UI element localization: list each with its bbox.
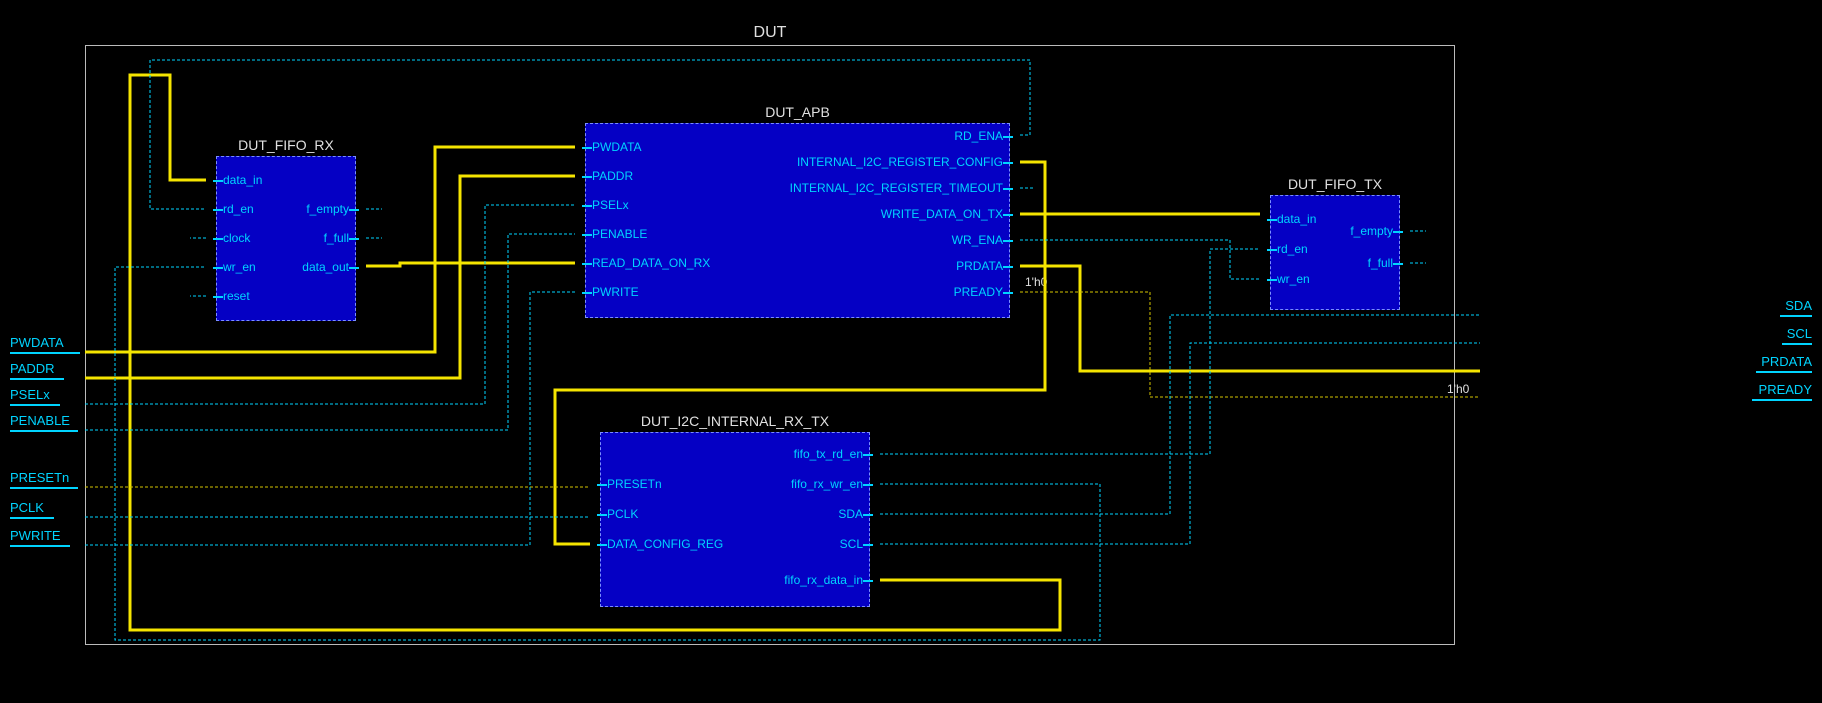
- port-scl: SCL: [840, 537, 863, 551]
- ext-pwdata: PWDATA: [10, 335, 64, 350]
- port-tx-f-empty: f_empty: [1350, 224, 1393, 238]
- ext-presetn: PRESETn: [10, 470, 69, 485]
- block-fifo-rx-title: DUT_FIFO_RX: [238, 137, 334, 153]
- port-tx-data-in: data_in: [1277, 212, 1316, 226]
- port-i2c-timeout: INTERNAL_I2C_REGISTER_TIMEOUT: [790, 181, 1003, 195]
- diagram-canvas: DUT DUT_FIFO_RX data_in rd_en clock wr_e…: [0, 0, 1822, 703]
- port-pclk: PCLK: [607, 507, 638, 521]
- port-fifo-rx-data-in: fifo_rx_data_in: [784, 573, 863, 587]
- ext-pwrite: PWRITE: [10, 528, 61, 543]
- block-fifo-tx[interactable]: DUT_FIFO_TX data_in rd_en wr_en f_empty …: [1270, 195, 1400, 310]
- ext-pready: PREADY: [1759, 382, 1812, 397]
- ext-sda: SDA: [1785, 298, 1812, 313]
- port-wr-ena: WR_ENA: [952, 233, 1003, 247]
- port-f-empty: f_empty: [306, 202, 349, 216]
- port-paddr: PADDR: [592, 169, 633, 183]
- block-fifo-rx[interactable]: DUT_FIFO_RX data_in rd_en clock wr_en re…: [216, 156, 356, 321]
- ext-penable: PENABLE: [10, 413, 70, 428]
- port-pready: PREADY: [954, 285, 1003, 299]
- const-1h0-a: 1'h0: [1025, 275, 1047, 289]
- ext-prdata: PRDATA: [1761, 354, 1812, 369]
- dut-title: DUT: [754, 24, 787, 42]
- port-pwrite: PWRITE: [592, 285, 639, 299]
- port-data-in: data_in: [223, 173, 262, 187]
- port-data-out: data_out: [302, 260, 349, 274]
- port-sda: SDA: [838, 507, 863, 521]
- block-i2c-title: DUT_I2C_INTERNAL_RX_TX: [641, 413, 829, 429]
- ext-pclk: PCLK: [10, 500, 44, 515]
- port-fifo-tx-rd-en: fifo_tx_rd_en: [794, 447, 863, 461]
- port-pwdata: PWDATA: [592, 140, 642, 154]
- port-data-config-reg: DATA_CONFIG_REG: [607, 537, 723, 551]
- port-tx-rd-en: rd_en: [1277, 242, 1308, 256]
- port-tx-wr-en: wr_en: [1277, 272, 1310, 286]
- block-i2c[interactable]: DUT_I2C_INTERNAL_RX_TX PRESETn PCLK DATA…: [600, 432, 870, 607]
- port-penable: PENABLE: [592, 227, 647, 241]
- port-reset: reset: [223, 289, 250, 303]
- port-presetn: PRESETn: [607, 477, 662, 491]
- port-clock: clock: [223, 231, 250, 245]
- port-rd-ena: RD_ENA: [954, 129, 1003, 143]
- port-prdata: PRDATA: [956, 259, 1003, 273]
- port-tx-f-full: f_full: [1368, 256, 1393, 270]
- block-apb-title: DUT_APB: [765, 104, 830, 120]
- port-i2c-cfg: INTERNAL_I2C_REGISTER_CONFIG: [797, 155, 1003, 169]
- port-fifo-rx-wr-en: fifo_rx_wr_en: [791, 477, 863, 491]
- port-write-data-on-tx: WRITE_DATA_ON_TX: [881, 207, 1003, 221]
- port-wr-en: wr_en: [223, 260, 256, 274]
- ext-scl: SCL: [1787, 326, 1812, 341]
- block-apb[interactable]: DUT_APB PWDATA PADDR PSELx PENABLE READ_…: [585, 123, 1010, 318]
- port-pselx: PSELx: [592, 198, 629, 212]
- ext-paddr: PADDR: [10, 361, 55, 376]
- block-fifo-tx-title: DUT_FIFO_TX: [1288, 176, 1382, 192]
- port-rd-en: rd_en: [223, 202, 254, 216]
- ext-pselx: PSELx: [10, 387, 50, 402]
- const-1h0-b: 1'h0: [1447, 382, 1469, 396]
- port-read-data-on-rx: READ_DATA_ON_RX: [592, 256, 710, 270]
- port-f-full: f_full: [324, 231, 349, 245]
